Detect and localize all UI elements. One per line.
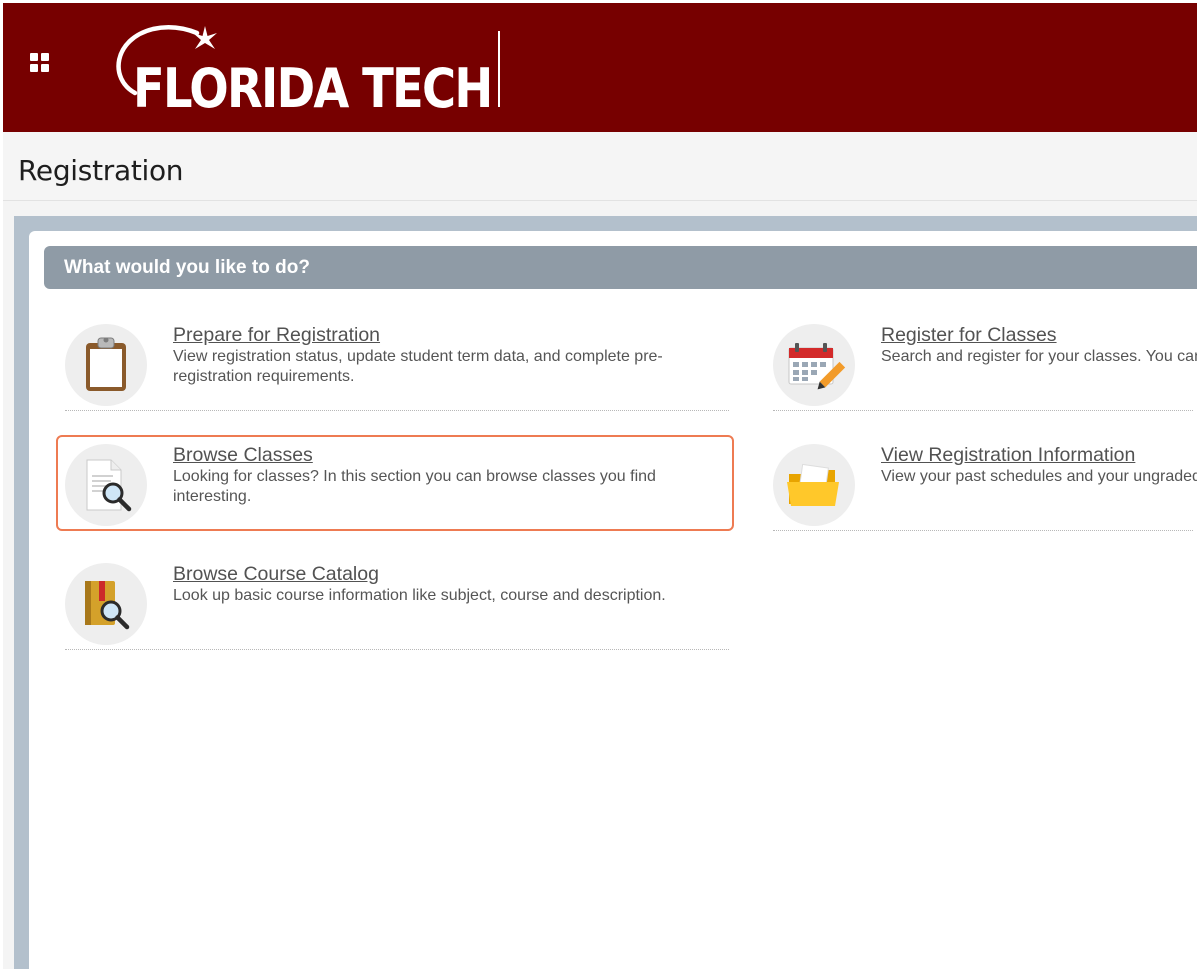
- section-heading: What would you like to do?: [64, 257, 310, 278]
- action-prepare-registration[interactable]: Prepare for Registration View registrati…: [65, 324, 729, 411]
- view-registration-info-description: View your past schedules and your ungrad…: [881, 468, 1197, 485]
- browse-classes-highlight: [56, 435, 734, 531]
- page-title: Registration: [18, 154, 184, 187]
- page-title-bar: Registration: [3, 132, 1197, 201]
- action-register-classes[interactable]: Register for Classes Search and register…: [773, 324, 1197, 411]
- browse-course-catalog-link[interactable]: Browse Course Catalog: [173, 563, 379, 586]
- register-classes-description: Search and register for your classes. Yo…: [881, 348, 1197, 365]
- clipboard-icon: [65, 324, 147, 406]
- top-header: FLORIDA TECH: [3, 3, 1197, 132]
- action-view-registration-info[interactable]: View Registration Information View your …: [773, 444, 1197, 531]
- book-search-icon: [65, 563, 147, 645]
- action-browse-course-catalog[interactable]: Browse Course Catalog Look up basic cour…: [65, 563, 729, 650]
- prepare-registration-link[interactable]: Prepare for Registration: [173, 324, 380, 347]
- section-header: What would you like to do?: [44, 246, 1197, 289]
- brand-wordmark: FLORIDA TECH: [133, 57, 493, 120]
- browse-course-catalog-description: Look up basic course information like su…: [173, 587, 666, 604]
- florida-tech-logo[interactable]: FLORIDA TECH: [107, 17, 493, 117]
- prepare-registration-description: View registration status, update student…: [173, 348, 663, 385]
- app-grid-icon[interactable]: [30, 53, 52, 75]
- view-registration-info-link[interactable]: View Registration Information: [881, 444, 1135, 467]
- calendar-icon: [773, 324, 855, 406]
- header-divider: [498, 31, 500, 107]
- register-classes-link[interactable]: Register for Classes: [881, 324, 1057, 347]
- folder-icon: [773, 444, 855, 526]
